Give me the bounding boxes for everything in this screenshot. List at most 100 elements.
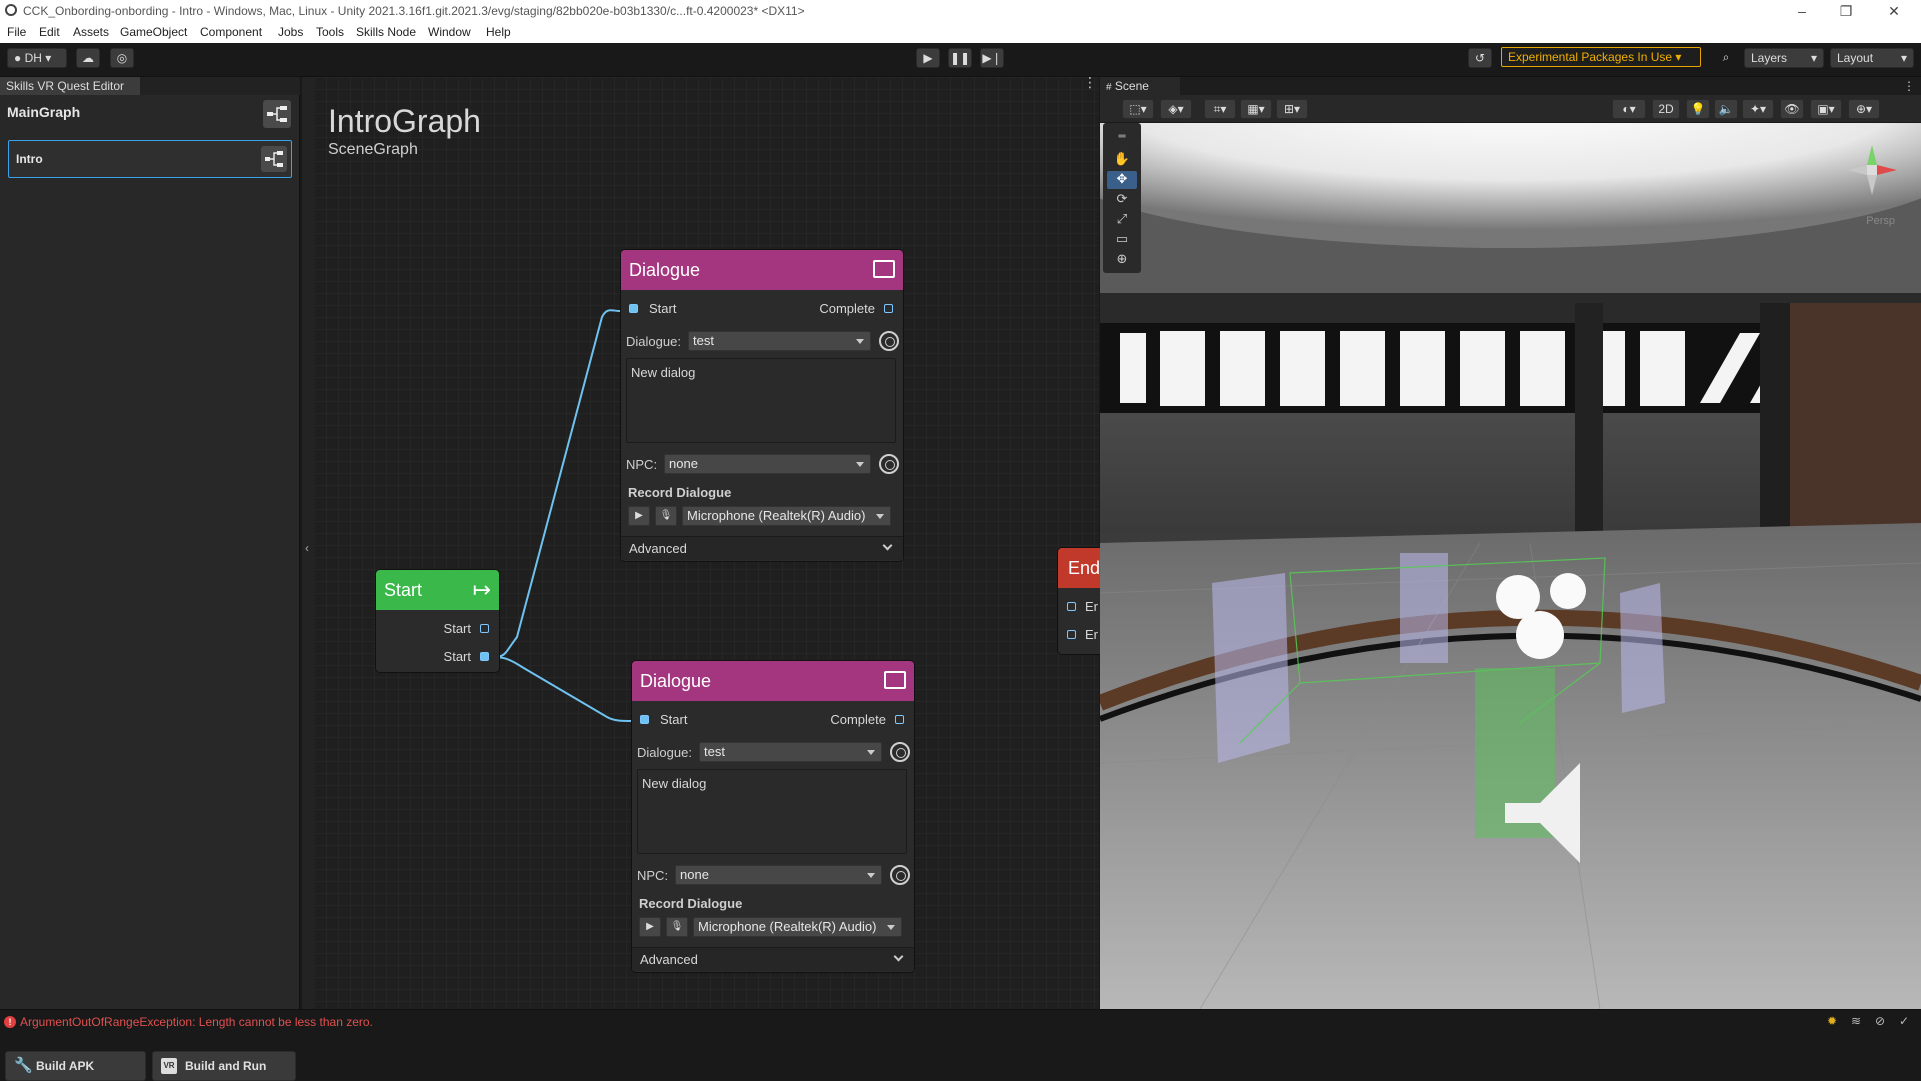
start-port-row: Start (376, 646, 499, 668)
microphone-button[interactable]: 🎙 (666, 917, 688, 937)
close-button[interactable]: ✕ (1874, 1, 1914, 21)
search-icon[interactable]: ⌕ (1714, 48, 1738, 68)
end-node-header: End (1058, 548, 1100, 588)
menu-component[interactable]: Component (200, 25, 262, 39)
dialogue-dropdown[interactable]: test (699, 742, 882, 762)
npc-dropdown[interactable]: none (664, 454, 871, 474)
scale-tool-icon[interactable]: ⤢ (1107, 211, 1137, 229)
experimental-packages-dropdown[interactable]: Experimental Packages In Use ▾ (1501, 47, 1701, 67)
dialogue-text-field[interactable]: New dialog (637, 769, 907, 854)
npc-dropdown[interactable]: none (675, 865, 882, 885)
dialogue-text-field[interactable]: New dialog (626, 358, 896, 443)
menu-tools[interactable]: Tools (316, 25, 344, 39)
console-error-message[interactable]: ArgumentOutOfRangeException: Length cann… (20, 1015, 373, 1029)
dialogue-in-port[interactable] (629, 304, 638, 313)
layout-dropdown[interactable]: Layout ▾ (1830, 48, 1914, 68)
target-icon[interactable] (879, 454, 899, 474)
perspective-label[interactable]: Persp (1866, 215, 1895, 227)
maximize-button[interactable]: ❐ (1826, 1, 1866, 21)
scene-viewport[interactable]: Persp (1100, 123, 1921, 1009)
end-in-port[interactable] (1067, 630, 1076, 639)
orientation-gizmo[interactable] (1837, 135, 1907, 205)
rotate-tool-icon[interactable]: ⟳ (1107, 191, 1137, 209)
graph-item-intro[interactable]: Intro (8, 140, 292, 178)
target-icon[interactable] (879, 331, 899, 351)
menu-jobs[interactable]: Jobs (278, 25, 303, 39)
tab-scene[interactable]: # Scene (1100, 77, 1180, 95)
edge-start-to-dialogue-1 (485, 309, 621, 658)
check-status-icon[interactable]: ✓ (1899, 1014, 1909, 1028)
minimize-button[interactable]: – (1782, 1, 1822, 21)
dialogue-node-header: Dialogue (621, 250, 903, 290)
debug-status-icon[interactable]: ⊘ (1875, 1014, 1885, 1028)
microphone-dropdown[interactable]: Microphone (Realtek(R) Audio) (682, 506, 891, 526)
dialogue-complete-port[interactable] (895, 715, 904, 724)
menu-window[interactable]: Window (428, 25, 471, 39)
dialogue-in-port[interactable] (640, 715, 649, 724)
grid-snap-dropdown[interactable]: ▦▾ (1240, 99, 1272, 119)
dialogue-dropdown[interactable]: test (688, 331, 871, 351)
graph-tree-button[interactable] (263, 100, 291, 128)
account-dropdown[interactable]: ● DH ▾ (7, 48, 67, 68)
pause-button[interactable]: ❚❚ (948, 48, 972, 68)
menu-edit[interactable]: Edit (39, 25, 60, 39)
increment-snap-dropdown[interactable]: ⊞▾ (1276, 99, 1308, 119)
database-status-icon[interactable]: ≋ (1851, 1014, 1861, 1028)
menu-gameobject[interactable]: GameObject (120, 25, 187, 39)
start-node-header: Start ↦ (376, 570, 499, 610)
play-recording-button[interactable]: ▶ (628, 506, 650, 526)
gizmos-dropdown[interactable]: ⊕▾ (1848, 99, 1880, 119)
scene-tab-strip (1100, 77, 1921, 95)
dialogue-node-2[interactable]: Dialogue Start Complete Dialogue: test N… (632, 661, 914, 972)
dialogue-complete-port[interactable] (884, 304, 893, 313)
end-node[interactable]: End Er Er (1058, 548, 1100, 654)
play-recording-button[interactable]: ▶ (639, 917, 661, 937)
drag-handle-icon[interactable]: ═ (1107, 131, 1137, 149)
audio-toggle-icon[interactable]: 🔈 (1714, 99, 1738, 119)
lighting-toggle-icon[interactable]: 💡 (1686, 99, 1710, 119)
tab-skills-vr-quest-editor[interactable]: Skills VR Quest Editor (0, 77, 140, 95)
advanced-foldout[interactable]: Advanced (632, 947, 914, 971)
target-icon[interactable] (890, 865, 910, 885)
draw-mode-dropdown[interactable]: ⬚▾ (1122, 99, 1154, 119)
menu-assets[interactable]: Assets (73, 25, 109, 39)
build-apk-button[interactable]: 🔧 Build APK (5, 1051, 146, 1081)
end-in-port[interactable] (1067, 602, 1076, 611)
move-tool-icon[interactable]: ✥ (1107, 171, 1137, 189)
menu-help[interactable]: Help (486, 25, 511, 39)
camera-dropdown[interactable]: ▣▾ (1810, 99, 1842, 119)
status-bar: ! ArgumentOutOfRangeException: Length ca… (0, 1009, 1921, 1033)
shading-dropdown[interactable]: ◐▾ (1612, 99, 1646, 119)
start-node[interactable]: Start ↦ Start Start (376, 570, 499, 672)
menu-skills-node[interactable]: Skills Node (356, 25, 416, 39)
menu-file[interactable]: File (7, 25, 26, 39)
start-port-out-connected[interactable] (480, 652, 489, 661)
start-port-out[interactable] (480, 624, 489, 633)
collab-icon[interactable]: ◎ (110, 48, 134, 68)
render-mode-dropdown[interactable]: ◈▾ (1160, 99, 1192, 119)
build-and-run-button[interactable]: VR Build and Run (152, 1051, 296, 1081)
hidden-objects-icon[interactable]: 👁 (1780, 99, 1804, 119)
dialogue-node-1[interactable]: Dialogue Start Complete Dialogue: test N… (621, 250, 903, 561)
layers-dropdown[interactable]: Layers ▾ (1744, 48, 1824, 68)
history-icon[interactable]: ↺ (1468, 48, 1492, 68)
open-subgraph-button[interactable] (261, 146, 287, 172)
microphone-button[interactable]: 🎙 (655, 506, 677, 526)
effects-dropdown[interactable]: ✦▾ (1742, 99, 1774, 119)
cloud-icon[interactable]: ☁ (76, 48, 100, 68)
dialogue-port-row: Start Complete (632, 709, 914, 731)
edge-start-to-dialogue-2 (485, 656, 633, 722)
skills-vr-quest-editor-panel: Skills VR Quest Editor MainGraph Intro 🔧… (0, 77, 300, 1081)
hand-tool-icon[interactable]: ✋ (1107, 151, 1137, 169)
target-icon[interactable] (890, 742, 910, 762)
step-button[interactable]: ▶❘ (980, 48, 1004, 68)
mode-2d-toggle[interactable]: 2D (1652, 99, 1680, 119)
advanced-foldout[interactable]: Advanced (621, 536, 903, 560)
snap-dropdown[interactable]: ⌗▾ (1204, 99, 1236, 119)
play-button[interactable]: ▶ (916, 48, 940, 68)
scene-menu-icon[interactable]: ⋮ (1903, 79, 1915, 93)
transform-tool-icon[interactable]: ⊕ (1107, 251, 1137, 269)
lighting-status-icon[interactable]: ✹ (1827, 1014, 1837, 1028)
rect-tool-icon[interactable]: ▭ (1107, 231, 1137, 249)
microphone-dropdown[interactable]: Microphone (Realtek(R) Audio) (693, 917, 902, 937)
